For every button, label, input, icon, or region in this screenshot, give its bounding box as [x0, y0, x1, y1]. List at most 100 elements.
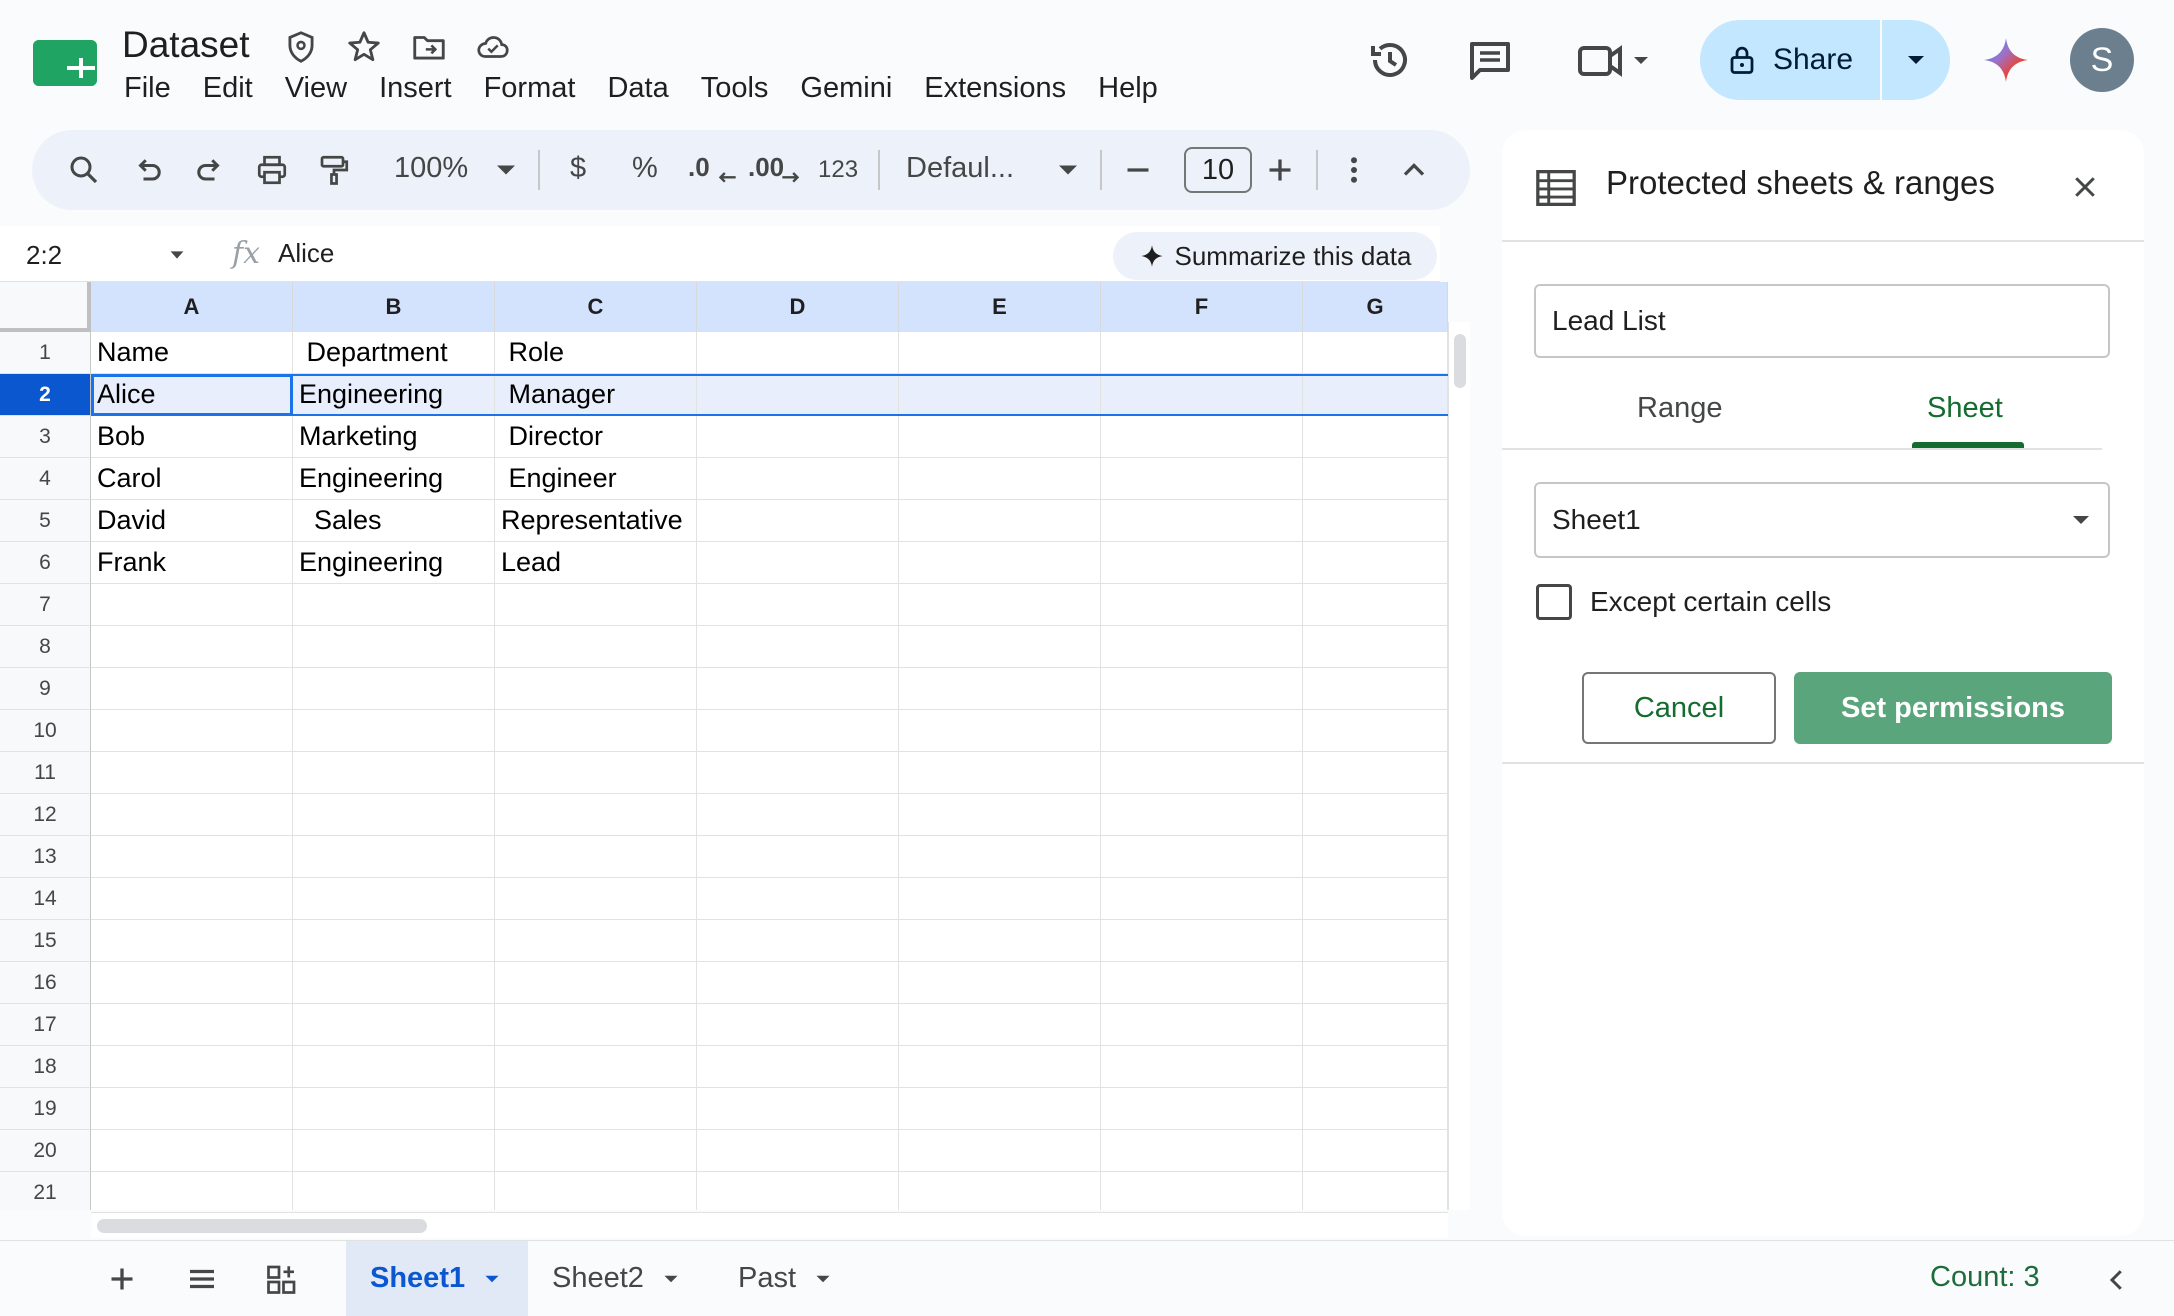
sheets-logo-icon[interactable]	[33, 38, 101, 90]
horizontal-scroll-thumb[interactable]	[97, 1219, 427, 1233]
cell[interactable]	[1101, 584, 1303, 626]
row-header[interactable]: 12	[0, 794, 91, 836]
row-header[interactable]: 11	[0, 752, 91, 794]
cell[interactable]: Manager	[495, 374, 697, 416]
decrease-decimal-button[interactable]: .0	[688, 152, 710, 183]
column-header-b[interactable]: B	[293, 282, 495, 332]
cell[interactable]	[1101, 542, 1303, 584]
cell[interactable]	[1101, 920, 1303, 962]
row-header[interactable]: 5	[0, 500, 91, 542]
cell[interactable]	[1303, 416, 1448, 458]
column-header-a[interactable]: A	[91, 282, 293, 332]
column-header-e[interactable]: E	[899, 282, 1101, 332]
cell[interactable]: Name	[91, 332, 293, 374]
explore-icon[interactable]	[264, 1261, 300, 1297]
zoom-select[interactable]: 100%	[394, 152, 468, 185]
cell[interactable]	[91, 1130, 293, 1172]
row-header[interactable]: 16	[0, 962, 91, 1004]
all-sheets-icon[interactable]	[184, 1261, 220, 1297]
cell[interactable]	[899, 1004, 1101, 1046]
cancel-button[interactable]: Cancel	[1582, 672, 1776, 744]
cell[interactable]	[1303, 1130, 1448, 1172]
cell[interactable]: Alice	[91, 374, 293, 416]
row-header[interactable]: 9	[0, 668, 91, 710]
menu-file[interactable]: File	[124, 72, 171, 112]
row-header[interactable]: 8	[0, 626, 91, 668]
cell[interactable]	[1101, 668, 1303, 710]
cell[interactable]	[293, 836, 495, 878]
cell[interactable]: Engineering	[293, 374, 495, 416]
cell[interactable]	[899, 626, 1101, 668]
row-header[interactable]: 1	[0, 332, 91, 374]
cell[interactable]	[1303, 920, 1448, 962]
cell[interactable]	[697, 332, 899, 374]
cell[interactable]	[1303, 1172, 1448, 1210]
cell[interactable]	[697, 836, 899, 878]
menu-gemini[interactable]: Gemini	[800, 72, 892, 112]
cell[interactable]	[293, 1172, 495, 1210]
cell[interactable]	[1101, 626, 1303, 668]
zoom-dropdown-icon[interactable]	[488, 152, 524, 188]
gemini-sparkle-icon[interactable]	[1982, 36, 2030, 84]
cell[interactable]	[1101, 962, 1303, 1004]
cell[interactable]	[293, 668, 495, 710]
cell[interactable]: Carol	[91, 458, 293, 500]
cell[interactable]: Bob	[91, 416, 293, 458]
cell[interactable]	[899, 1130, 1101, 1172]
cell[interactable]	[293, 710, 495, 752]
cell[interactable]	[1101, 1130, 1303, 1172]
cell[interactable]	[899, 1172, 1101, 1210]
collapse-menus-icon[interactable]	[1396, 152, 1432, 188]
currency-format-button[interactable]: $	[570, 152, 586, 185]
cell[interactable]	[899, 1046, 1101, 1088]
row-header[interactable]: 17	[0, 1004, 91, 1046]
cell[interactable]	[1303, 542, 1448, 584]
cell[interactable]	[697, 458, 899, 500]
cell[interactable]	[1101, 374, 1303, 416]
summarize-data-button[interactable]: Summarize this data	[1113, 232, 1437, 280]
row-header[interactable]: 18	[0, 1046, 91, 1088]
cell[interactable]	[293, 794, 495, 836]
add-sheet-icon[interactable]	[104, 1261, 140, 1297]
meet-video-icon[interactable]	[1574, 36, 1654, 84]
cell[interactable]	[91, 920, 293, 962]
cell[interactable]	[91, 1172, 293, 1210]
cell[interactable]	[1303, 332, 1448, 374]
cell[interactable]	[697, 920, 899, 962]
cell[interactable]	[293, 626, 495, 668]
cell[interactable]	[1303, 668, 1448, 710]
cell[interactable]	[1101, 836, 1303, 878]
cell[interactable]: Engineering	[293, 542, 495, 584]
move-folder-icon[interactable]	[410, 28, 448, 66]
cell[interactable]	[1303, 710, 1448, 752]
cell[interactable]	[1101, 878, 1303, 920]
cell[interactable]	[697, 626, 899, 668]
cell[interactable]	[91, 752, 293, 794]
cell[interactable]	[495, 752, 697, 794]
cell[interactable]	[91, 794, 293, 836]
cell[interactable]	[495, 962, 697, 1004]
cell[interactable]	[293, 920, 495, 962]
cell[interactable]: Director	[495, 416, 697, 458]
redo-icon[interactable]	[192, 152, 228, 188]
cell[interactable]	[91, 878, 293, 920]
cell[interactable]	[293, 878, 495, 920]
share-button[interactable]: Share	[1700, 20, 1882, 100]
row-header[interactable]: 19	[0, 1088, 91, 1130]
row-header[interactable]: 20	[0, 1130, 91, 1172]
cell[interactable]: Engineering	[293, 458, 495, 500]
cell[interactable]	[697, 584, 899, 626]
version-history-icon[interactable]	[1366, 36, 1414, 84]
row-header[interactable]: 21	[0, 1172, 91, 1210]
cell[interactable]	[495, 668, 697, 710]
horizontal-scrollbar[interactable]	[91, 1212, 1448, 1238]
cell[interactable]	[91, 710, 293, 752]
cell[interactable]	[293, 1088, 495, 1130]
row-header[interactable]: 2	[0, 374, 91, 416]
cell[interactable]	[1101, 332, 1303, 374]
cell[interactable]	[91, 1046, 293, 1088]
tab-sheet[interactable]: Sheet	[1927, 392, 2003, 425]
description-input[interactable]: Lead List	[1534, 284, 2110, 358]
sheet-tab-sheet1[interactable]: Sheet1	[346, 1241, 528, 1316]
cell[interactable]	[495, 584, 697, 626]
